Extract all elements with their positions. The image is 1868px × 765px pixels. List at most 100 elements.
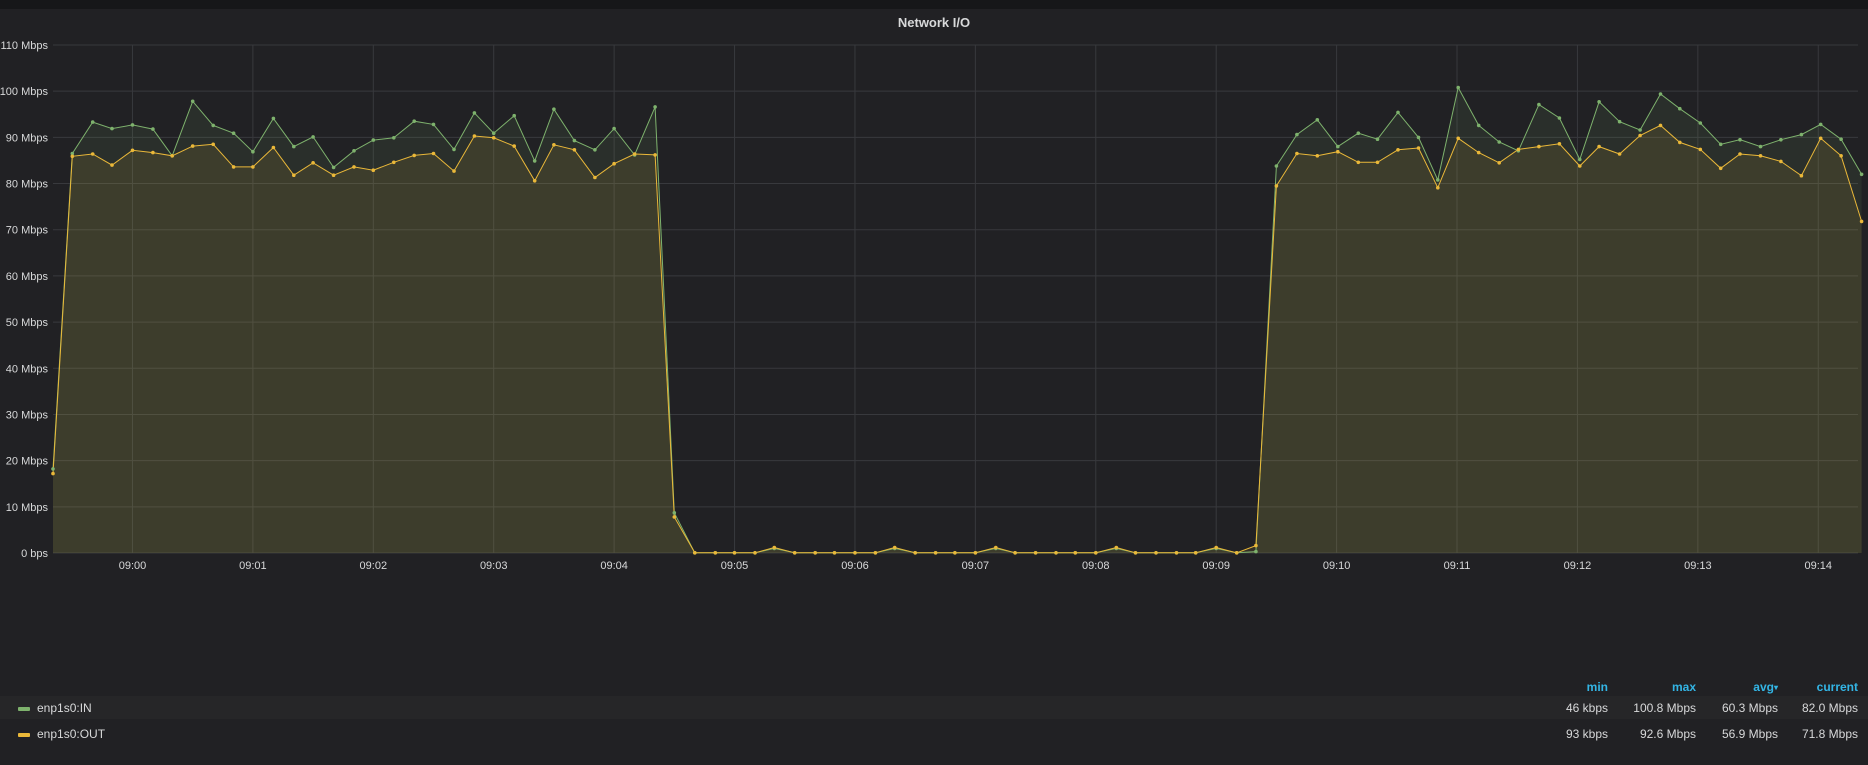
data-point-out [1033,551,1038,555]
data-point-out [1476,150,1481,155]
data-point-in [1436,178,1440,182]
data-point-out [1698,147,1703,152]
series-color-swatch-in[interactable] [18,707,30,711]
x-tick-label: 09:13 [1684,560,1712,572]
y-tick-label: 70 Mbps [6,225,49,237]
data-point-out [1254,543,1258,548]
data-point-in [1638,128,1642,132]
data-point-in [1356,131,1361,135]
data-point-in [512,113,516,118]
data-point-in [472,111,477,115]
x-tick-label: 09:12 [1564,560,1592,572]
data-point-in [130,123,135,127]
data-point-out [672,515,677,519]
data-point-in [1315,118,1320,122]
data-point-out [913,551,917,555]
data-point-in [572,138,577,143]
data-point-out [1597,144,1601,149]
data-point-in [352,149,356,153]
series-name-in[interactable]: enp1s0:IN [37,701,92,715]
data-point-out [653,153,657,157]
data-point-out [1094,551,1098,555]
data-point-out [612,161,616,166]
data-point-out [753,551,757,555]
series-max-out: 92.6 Mbps [1639,727,1696,741]
data-point-in [1718,142,1723,147]
data-point-in [672,511,677,515]
data-point-out [130,148,135,153]
data-point-out [532,179,537,183]
data-point-in [1658,92,1663,96]
data-point-in [1537,102,1541,107]
data-point-in [190,99,195,104]
y-tick-label: 10 Mbps [6,502,49,514]
data-point-in [532,159,537,163]
data-point-in [1818,122,1823,127]
x-tick-label: 09:04 [600,560,628,572]
data-point-out [292,173,296,177]
data-point-in [1476,123,1481,128]
data-point-out [632,152,637,156]
data-point-out [1375,160,1380,165]
series-avg-in: 60.3 Mbps [1721,701,1778,715]
data-point-out [1758,154,1763,158]
series-name-out[interactable]: enp1s0:OUT [37,727,105,741]
x-tick-label: 09:00 [119,560,147,572]
data-point-in [1497,140,1501,144]
data-point-out [1818,136,1823,141]
data-point-out [1578,164,1582,168]
data-point-out [853,551,857,555]
data-point-out [593,175,597,180]
data-point-out [953,551,957,555]
x-tick-label: 09:09 [1202,560,1230,572]
data-point-out [352,165,356,169]
data-point-in [51,467,55,471]
data-point-in [1859,172,1864,177]
data-point-out [713,551,718,555]
legend-row-out[interactable]: enp1s0:OUT 93 kbps 92.6 Mbps 56.9 Mbps 7… [0,722,1868,745]
y-tick-label: 110 Mbps [1,40,49,52]
data-point-out [1738,152,1742,156]
y-tick-label: 40 Mbps [6,363,49,375]
series-max-in: 100.8 Mbps [1633,701,1696,715]
y-tick-label: 80 Mbps [6,179,49,191]
data-point-in [392,136,396,140]
data-point-in [292,144,296,149]
y-tick-label: 20 Mbps [6,456,49,468]
data-point-out [1617,152,1622,156]
data-point-out [572,148,577,152]
data-point-out [693,551,697,555]
data-point-in [331,165,336,170]
data-point-out [1295,151,1299,156]
data-point-out [371,168,376,172]
data-point-out [994,545,998,550]
data-point-in [1254,549,1258,554]
data-point-out [1214,545,1218,550]
data-point-out [1193,551,1198,555]
series-min-in: 46 kbps [1565,701,1608,715]
data-point-out [271,145,276,150]
data-point-in [271,116,276,121]
data-point-in [431,122,436,127]
data-point-out [331,173,336,177]
data-point-out [1557,142,1562,146]
data-point-out [552,143,556,147]
y-tick-label: 30 Mbps [6,409,49,421]
data-point-out [813,551,817,555]
network-io-chart[interactable]: 0 bps 10 Mbps 20 Mbps 30 Mbps 40 Mbps 50 Mbps… [0,0,1868,680]
data-point-in [452,147,456,152]
data-point-out [1497,161,1501,165]
data-point-out [973,551,978,555]
data-point-out [1416,146,1421,150]
data-point-out [1456,136,1460,141]
legend-row-in[interactable]: enp1s0:IN 46 kbps 100.8 Mbps 60.3 Mbps 8… [0,696,1868,719]
data-point-in [612,126,616,131]
data-point-in [593,148,597,152]
data-point-out [933,551,938,555]
data-point-in [311,135,315,139]
data-point-out [1396,148,1400,152]
data-point-out [1054,551,1058,555]
sort-desc-icon: ▾ [1773,683,1778,692]
data-point-out [170,154,174,158]
series-color-swatch-out[interactable] [18,733,30,737]
